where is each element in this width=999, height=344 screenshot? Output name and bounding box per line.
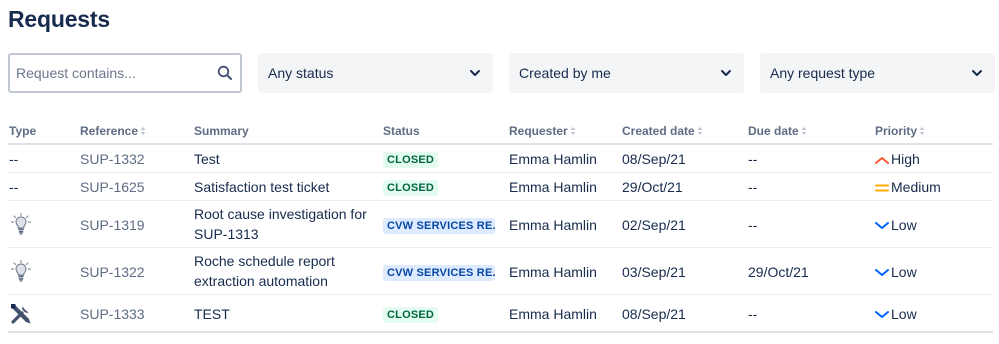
header-created-date[interactable]: Created date [622,124,703,138]
header-priority[interactable]: Priority [875,124,925,138]
priority-cell: Low [875,217,917,233]
chevron-down-icon [972,70,982,76]
header-reference-label: Reference [80,124,139,138]
table-row[interactable]: SUP-1319 Root cause investigation for SU… [8,201,993,248]
header-summary: Summary [194,124,249,138]
table-row[interactable]: -- SUP-1625 Satisfaction test ticket CLO… [8,173,993,201]
table-header: Type Reference Summary Status Requester … [8,118,993,145]
header-priority-label: Priority [875,124,918,138]
header-created-date-label: Created date [622,124,695,138]
requester-cell: Emma Hamlin [509,264,597,280]
header-status: Status [383,124,420,138]
priority-cell: High [875,151,920,167]
tools-icon [11,304,31,324]
search-input[interactable] [16,63,206,83]
priority-high-icon [875,157,889,164]
table-row[interactable]: -- SUP-1332 Test CLOSED Emma Hamlin 08/S… [8,145,993,173]
sort-icon [140,127,146,135]
sort-icon [919,127,925,135]
created-by-filter-select[interactable]: Created by me [509,53,744,93]
sort-icon [570,127,576,135]
table-row[interactable]: SUP-1322 Roche schedule report extractio… [8,248,993,295]
search-icon[interactable] [217,65,233,81]
priority-cell: Low [875,306,917,322]
priority-cell: Low [875,264,917,280]
summary-link[interactable]: Satisfaction test ticket [194,179,329,195]
chevron-down-icon [721,70,731,76]
type-cell: -- [9,179,19,195]
header-requester[interactable]: Requester [509,124,576,138]
priority-medium-icon [875,184,889,192]
header-due-date-label: Due date [748,124,799,138]
reference-link[interactable]: SUP-1332 [80,151,145,167]
requester-cell: Emma Hamlin [509,306,597,322]
status-badge: CLOSED [383,180,439,196]
sort-icon [801,127,807,135]
status-badge: CLOSED [383,307,439,323]
status-badge: CVW SERVICES RE... [383,265,495,281]
status-badge: CVW SERVICES RE... [383,218,495,234]
priority-low-icon [875,311,889,318]
reference-link[interactable]: SUP-1322 [80,264,145,280]
requester-cell: Emma Hamlin [509,151,597,167]
sort-icon [697,127,703,135]
due-date-cell: 29/Oct/21 [748,264,809,280]
priority-low-icon [875,269,889,276]
lightbulb-icon [11,213,31,235]
priority-low-icon [875,222,889,229]
summary-link[interactable]: TEST [194,306,230,322]
reference-link[interactable]: SUP-1319 [80,217,145,233]
created-by-filter-label: Created by me [519,65,611,81]
reference-link[interactable]: SUP-1333 [80,306,145,322]
requester-cell: Emma Hamlin [509,217,597,233]
due-date-cell: -- [748,217,758,233]
table-row[interactable]: SUP-1333 TEST CLOSED Emma Hamlin 08/Sep/… [8,295,993,333]
header-requester-label: Requester [509,124,568,138]
due-date-cell: -- [748,179,758,195]
lightbulb-icon [11,260,31,282]
created-date-cell: 08/Sep/21 [622,151,686,167]
priority-cell: Medium [875,179,941,195]
reference-link[interactable]: SUP-1625 [80,179,145,195]
summary-link[interactable]: Root cause investigation for SUP-1313 [194,204,374,244]
header-type: Type [9,124,37,138]
requests-table: Type Reference Summary Status Requester … [8,118,993,333]
created-date-cell: 08/Sep/21 [622,306,686,322]
search-box[interactable] [8,53,242,93]
chevron-down-icon [470,70,480,76]
page-title: Requests [8,6,110,32]
header-due-date[interactable]: Due date [748,124,807,138]
summary-link[interactable]: Test [194,151,220,167]
request-type-filter-select[interactable]: Any request type [760,53,995,93]
summary-link[interactable]: Roche schedule report extraction automat… [194,251,374,291]
created-date-cell: 02/Sep/21 [622,217,686,233]
status-filter-select[interactable]: Any status [258,53,493,93]
requester-cell: Emma Hamlin [509,179,597,195]
type-cell: -- [9,151,19,167]
due-date-cell: -- [748,151,758,167]
header-reference[interactable]: Reference [80,124,146,138]
status-filter-label: Any status [268,65,334,81]
created-date-cell: 03/Sep/21 [622,264,686,280]
filter-bar: Any status Created by me Any request typ… [8,53,995,93]
due-date-cell: -- [748,306,758,322]
created-date-cell: 29/Oct/21 [622,179,683,195]
status-badge: CLOSED [383,152,439,168]
request-type-filter-label: Any request type [770,65,876,81]
